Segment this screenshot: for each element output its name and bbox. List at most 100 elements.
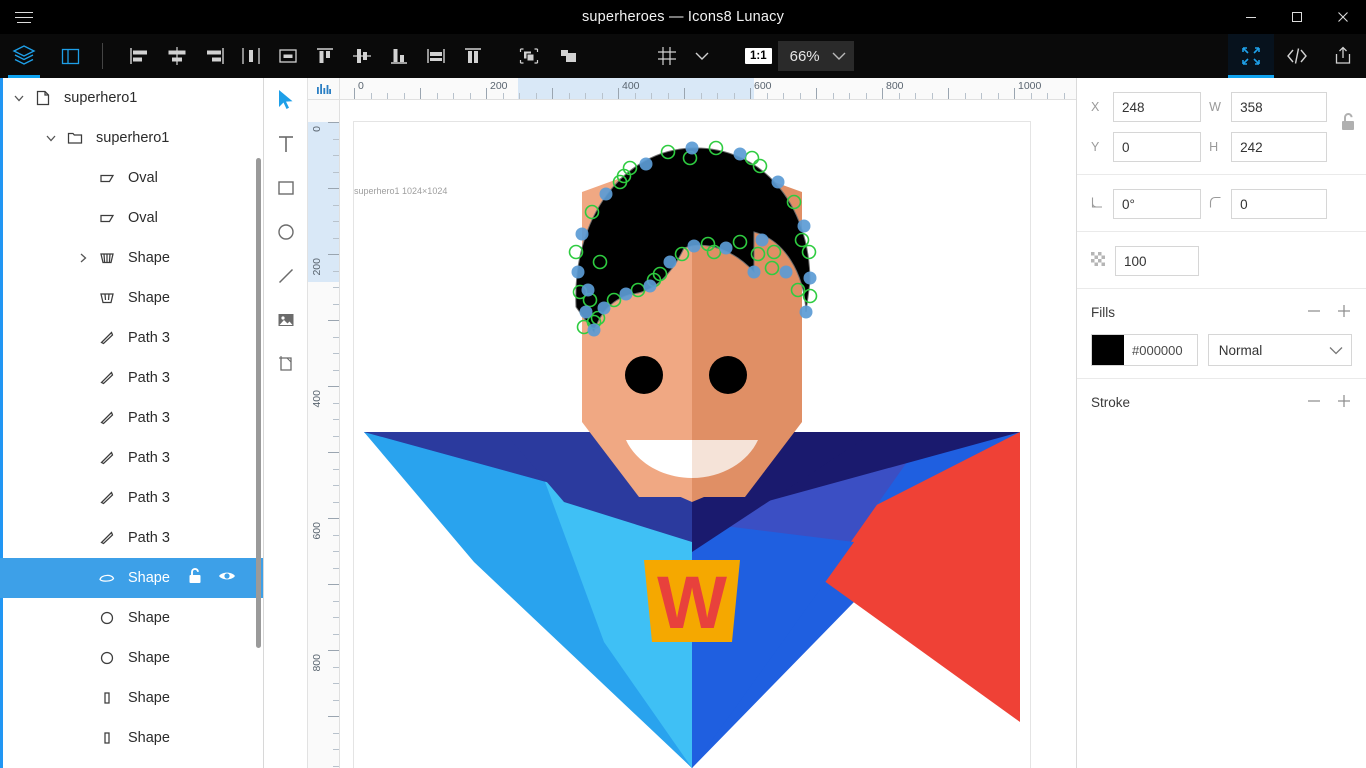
layer-path-2[interactable]: Path 3 <box>0 358 263 398</box>
lock-aspect-ratio-unlock-icon[interactable] <box>1340 112 1356 137</box>
close-button[interactable] <box>1320 0 1366 34</box>
artboard-name-label[interactable]: superhero1 1024×1024 <box>354 186 447 196</box>
layer-oval-2[interactable]: Oval <box>0 198 263 238</box>
select-tool-button[interactable] <box>264 78 308 122</box>
hamburger-menu-icon[interactable] <box>0 0 48 34</box>
disclosure-right-icon[interactable] <box>72 252 94 264</box>
layer-path-5[interactable]: Path 3 <box>0 478 263 518</box>
layer-label: Path 3 <box>128 410 170 426</box>
align-left-button[interactable] <box>121 34 158 78</box>
artboard-superhero1[interactable]: W <box>354 122 1030 768</box>
unlock-icon[interactable] <box>187 567 203 589</box>
ruler-label: 0 <box>311 126 323 132</box>
superhero-artwork[interactable]: W <box>354 122 1030 768</box>
layer-path-1[interactable]: Path 3 <box>0 318 263 358</box>
disclosure-down-icon[interactable] <box>40 132 62 144</box>
fill-hex-value[interactable]: #000000 <box>1124 343 1197 358</box>
rectangle-tool-button[interactable] <box>264 166 308 210</box>
add-fill-button[interactable] <box>1336 303 1352 322</box>
align-vertical-center-button[interactable] <box>343 34 380 78</box>
layer-shape-6[interactable]: Shape <box>0 718 263 758</box>
ruler-tick <box>333 271 339 272</box>
add-stroke-button[interactable] <box>1336 393 1352 412</box>
maximize-button[interactable] <box>1274 0 1320 34</box>
layer-shape-5[interactable]: Shape <box>0 678 263 718</box>
ruler-tick <box>333 172 339 173</box>
layer-label: Shape <box>128 570 170 586</box>
code-view-button[interactable] <box>1274 34 1320 78</box>
remove-fill-button[interactable] <box>1306 303 1322 322</box>
layer-label: Shape <box>128 730 170 746</box>
rotation-input[interactable] <box>1113 189 1201 219</box>
text-tool-button[interactable] <box>264 122 308 166</box>
export-share-button[interactable] <box>1320 34 1366 78</box>
image-tool-button[interactable] <box>264 298 308 342</box>
layer-shape-4[interactable]: Shape <box>0 638 263 678</box>
grid-icon[interactable] <box>649 34 685 78</box>
w-input[interactable] <box>1231 92 1327 122</box>
minimize-button[interactable] <box>1228 0 1274 34</box>
artboard-tool-button[interactable] <box>264 342 308 386</box>
mask-button[interactable] <box>509 34 549 78</box>
horizontal-ruler[interactable]: 02004006008001000 <box>340 78 1076 100</box>
layers-scrollbar[interactable] <box>256 158 261 648</box>
opacity-input[interactable] <box>1115 246 1199 276</box>
vertical-ruler[interactable]: 0200400600800 <box>308 100 340 768</box>
radius-input[interactable] <box>1231 189 1327 219</box>
y-input[interactable] <box>1113 132 1201 162</box>
align-horizontal-center-button[interactable] <box>158 34 195 78</box>
layers-list: superhero1superhero1OvalOvalShapeShapePa… <box>0 78 263 758</box>
align-top-button[interactable] <box>306 34 343 78</box>
zoom-level-dropdown[interactable]: 66% <box>778 41 854 71</box>
fill-color-swatch[interactable] <box>1092 335 1124 365</box>
eye-icon[interactable] <box>217 568 237 588</box>
align-middle-button[interactable] <box>269 34 306 78</box>
ruler-tick <box>333 287 339 288</box>
title-bar: superheroes — Icons8 Lunacy <box>0 0 1366 34</box>
ruler-tick <box>333 551 339 552</box>
layer-path-3[interactable]: Path 3 <box>0 398 263 438</box>
flatten-button[interactable] <box>549 34 589 78</box>
ruler-tick <box>328 122 339 123</box>
layer-group-superhero1[interactable]: superhero1 <box>0 118 263 158</box>
ruler-label: 0 <box>358 80 364 92</box>
layer-shape-selected[interactable]: Shape <box>0 558 263 598</box>
layer-shape-3[interactable]: Shape <box>0 598 263 638</box>
distribute-spacing-button[interactable] <box>454 34 491 78</box>
align-bottom-button[interactable] <box>380 34 417 78</box>
distribute-vertical-button[interactable] <box>417 34 454 78</box>
fills-title: Fills <box>1091 305 1115 320</box>
canvas-area[interactable]: 02004006008001000 0200400600800 superher… <box>308 78 1076 768</box>
distribute-horizontal-button[interactable] <box>232 34 269 78</box>
ruler-chart-icon[interactable] <box>308 78 340 100</box>
toggle-left-panel-button[interactable] <box>48 34 92 78</box>
path-icon <box>94 529 120 547</box>
layer-label: Path 3 <box>128 490 170 506</box>
line-tool-button[interactable] <box>264 254 308 298</box>
layer-oval-1[interactable]: Oval <box>0 158 263 198</box>
blend-mode-dropdown[interactable]: Normal <box>1208 334 1352 366</box>
layer-path-6[interactable]: Path 3 <box>0 518 263 558</box>
lunacy-logo-icon[interactable] <box>0 34 48 78</box>
grid-chevron-down-icon[interactable] <box>685 34 719 78</box>
layer-page-superhero1[interactable]: superhero1 <box>0 78 263 118</box>
remove-stroke-button[interactable] <box>1306 393 1322 412</box>
ruler-tick <box>420 88 421 99</box>
stroke-title: Stroke <box>1091 395 1130 410</box>
disclosure-down-icon[interactable] <box>8 92 30 104</box>
fill-color-field[interactable]: #000000 <box>1091 334 1198 366</box>
layer-path-4[interactable]: Path 3 <box>0 438 263 478</box>
x-input[interactable] <box>1113 92 1201 122</box>
layer-shape-1[interactable]: Shape <box>0 238 263 278</box>
scale-1-1-badge[interactable]: 1:1 <box>745 48 772 65</box>
align-right-button[interactable] <box>195 34 232 78</box>
ellipse-tool-button[interactable] <box>264 210 308 254</box>
ruler-tick <box>569 93 570 99</box>
path-icon <box>94 449 120 467</box>
ruler-tick <box>1014 88 1015 99</box>
layer-shape-2[interactable]: Shape <box>0 278 263 318</box>
ruler-tick <box>404 93 405 99</box>
ruler-tick <box>965 93 966 99</box>
h-input[interactable] <box>1231 132 1327 162</box>
transform-tool-button[interactable] <box>1228 34 1274 78</box>
